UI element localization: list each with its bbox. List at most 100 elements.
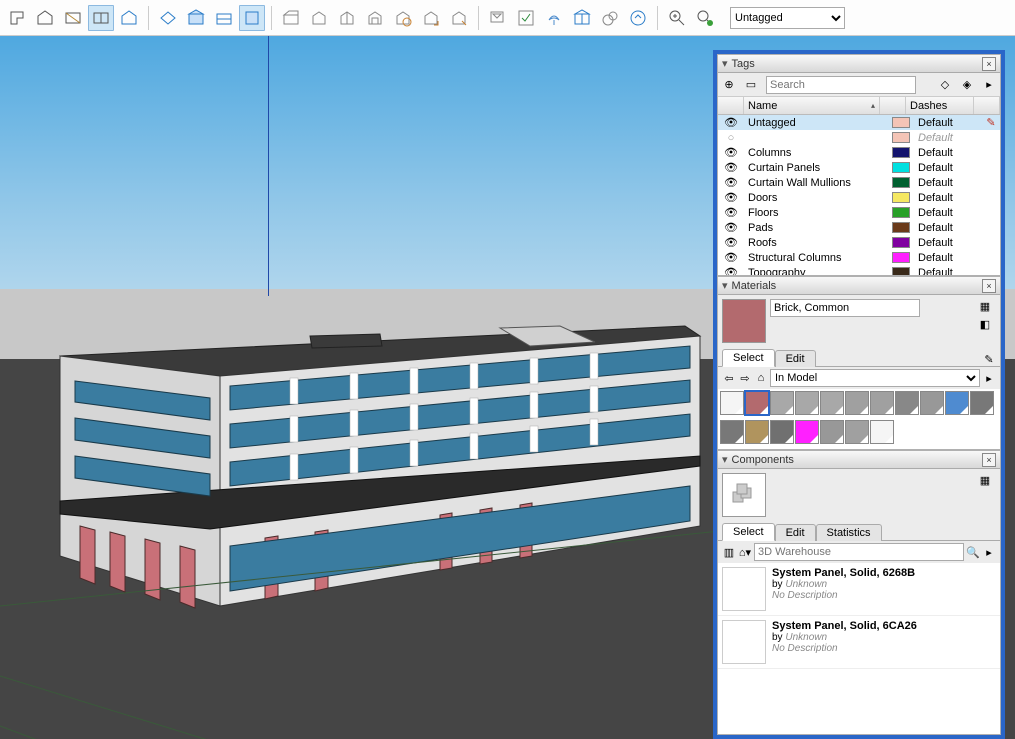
tool-15[interactable]	[418, 5, 444, 31]
tag-dashes[interactable]: Default	[914, 177, 982, 189]
tag-color-swatch[interactable]	[892, 117, 910, 128]
home-icon[interactable]: ⌂	[754, 371, 768, 385]
tag-dashes[interactable]: Default	[914, 207, 982, 219]
col-dashes[interactable]: Dashes	[906, 97, 974, 114]
col-name[interactable]: Name▴	[744, 97, 880, 114]
visibility-icon[interactable]: 👁	[724, 147, 738, 159]
close-icon[interactable]: ×	[982, 279, 996, 293]
tool-zoom-in[interactable]	[664, 5, 690, 31]
visibility-icon[interactable]: 👁	[724, 117, 738, 129]
pencil-icon[interactable]: ✎	[984, 116, 998, 130]
tool-20[interactable]	[569, 5, 595, 31]
tag-color-swatch[interactable]	[892, 222, 910, 233]
tool-9[interactable]	[239, 5, 265, 31]
add-tag-icon[interactable]: ⊕	[722, 78, 736, 92]
material-swatch[interactable]	[870, 420, 894, 444]
details-icon[interactable]: ▸	[982, 545, 996, 559]
material-swatch[interactable]	[770, 391, 794, 415]
tag-row[interactable]: 👁DoorsDefault	[718, 190, 1000, 205]
tag-color-swatch[interactable]	[892, 192, 910, 203]
tab-select[interactable]: Select	[722, 523, 775, 541]
component-options-icon[interactable]: ▦	[978, 473, 992, 487]
tag-row[interactable]: 👁UntaggedDefault✎	[718, 115, 1000, 130]
visibility-icon[interactable]: 👁	[724, 267, 738, 275]
material-swatch[interactable]	[845, 420, 869, 444]
tab-select[interactable]: Select	[722, 349, 775, 367]
tag-select[interactable]: Untagged	[730, 7, 845, 29]
nav-fwd-icon[interactable]: ⇨	[738, 371, 752, 385]
material-library-select[interactable]: In Model	[770, 369, 980, 387]
add-folder-icon[interactable]: ▭	[744, 78, 758, 92]
tool-17[interactable]	[485, 5, 511, 31]
material-swatch[interactable]	[845, 391, 869, 415]
tags-list[interactable]: 👁UntaggedDefault✎○Default👁ColumnsDefault…	[718, 115, 1000, 275]
tag-dashes[interactable]: Default	[914, 192, 982, 204]
material-swatch[interactable]	[970, 391, 994, 415]
material-swatch[interactable]	[795, 420, 819, 444]
tool-7[interactable]	[183, 5, 209, 31]
tags-panel-header[interactable]: ▾ Tags ×	[718, 55, 1000, 73]
material-swatch[interactable]	[720, 391, 744, 415]
tag-row[interactable]: 👁PadsDefault	[718, 220, 1000, 235]
material-swatch[interactable]	[820, 420, 844, 444]
tag-color-swatch[interactable]	[892, 237, 910, 248]
details-icon[interactable]: ▸	[982, 371, 996, 385]
visibility-icon[interactable]: 👁	[724, 207, 738, 219]
component-list[interactable]: System Panel, Solid, 6268Bby UnknownNo D…	[718, 563, 1000, 734]
tool-5[interactable]	[116, 5, 142, 31]
tool-10[interactable]	[278, 5, 304, 31]
tag-row[interactable]: 👁Structural ColumnsDefault	[718, 250, 1000, 265]
tool-zoom-ok[interactable]	[692, 5, 718, 31]
visibility-icon[interactable]: 👁	[724, 192, 738, 204]
tool-21[interactable]	[597, 5, 623, 31]
tool-3[interactable]	[60, 5, 86, 31]
tag-color-swatch[interactable]	[892, 147, 910, 158]
material-swatch[interactable]	[745, 391, 769, 415]
material-name-input[interactable]	[770, 299, 920, 317]
component-search-input[interactable]	[754, 543, 964, 561]
material-swatch[interactable]	[770, 420, 794, 444]
material-swatch[interactable]	[720, 420, 744, 444]
tag-dashes[interactable]: Default	[914, 252, 982, 264]
tag-row[interactable]: 👁Curtain PanelsDefault	[718, 160, 1000, 175]
tool-16[interactable]	[446, 5, 472, 31]
material-swatch[interactable]	[820, 391, 844, 415]
visibility-icon[interactable]: 👁	[724, 222, 738, 234]
home-icon[interactable]: ⌂▾	[738, 545, 752, 559]
visibility-icon[interactable]: 👁	[724, 162, 738, 174]
create-material-icon[interactable]: ▦	[978, 299, 992, 313]
visibility-icon[interactable]: 👁	[724, 237, 738, 249]
tag-color-swatch[interactable]	[892, 267, 910, 275]
tag-dashes[interactable]: Default	[914, 132, 982, 144]
tag-row[interactable]: 👁FloorsDefault	[718, 205, 1000, 220]
visibility-icon[interactable]: 👁	[724, 177, 738, 189]
tool-1[interactable]	[4, 5, 30, 31]
material-swatch[interactable]	[945, 391, 969, 415]
visibility-icon[interactable]: 👁	[724, 252, 738, 264]
material-swatch[interactable]	[745, 420, 769, 444]
tag-color-swatch[interactable]	[892, 207, 910, 218]
material-swatch[interactable]	[920, 391, 944, 415]
close-icon[interactable]: ×	[982, 57, 996, 71]
tags-search-input[interactable]	[766, 76, 916, 94]
tool-2[interactable]	[32, 5, 58, 31]
search-go-icon[interactable]: 🔍	[966, 545, 980, 559]
nav-back-icon[interactable]: ⇦	[722, 371, 736, 385]
components-panel-header[interactable]: ▾ Components ×	[718, 451, 1000, 469]
material-swatch[interactable]	[895, 391, 919, 415]
tag-dashes[interactable]: Default	[914, 162, 982, 174]
eyedropper-icon[interactable]: ✎	[982, 352, 996, 366]
component-item[interactable]: System Panel, Solid, 6268Bby UnknownNo D…	[718, 563, 1000, 616]
tag-color-swatch[interactable]	[892, 177, 910, 188]
purge-icon[interactable]: ◇	[938, 78, 952, 92]
close-icon[interactable]: ×	[982, 453, 996, 467]
tag-row[interactable]: ○Default	[718, 130, 1000, 145]
tab-edit[interactable]: Edit	[775, 524, 816, 541]
tag-row[interactable]: 👁RoofsDefault	[718, 235, 1000, 250]
tool-19[interactable]	[541, 5, 567, 31]
tag-row[interactable]: 👁ColumnsDefault	[718, 145, 1000, 160]
tab-edit[interactable]: Edit	[775, 350, 816, 367]
tool-4[interactable]	[88, 5, 114, 31]
material-swatch[interactable]	[795, 391, 819, 415]
tool-11[interactable]	[306, 5, 332, 31]
